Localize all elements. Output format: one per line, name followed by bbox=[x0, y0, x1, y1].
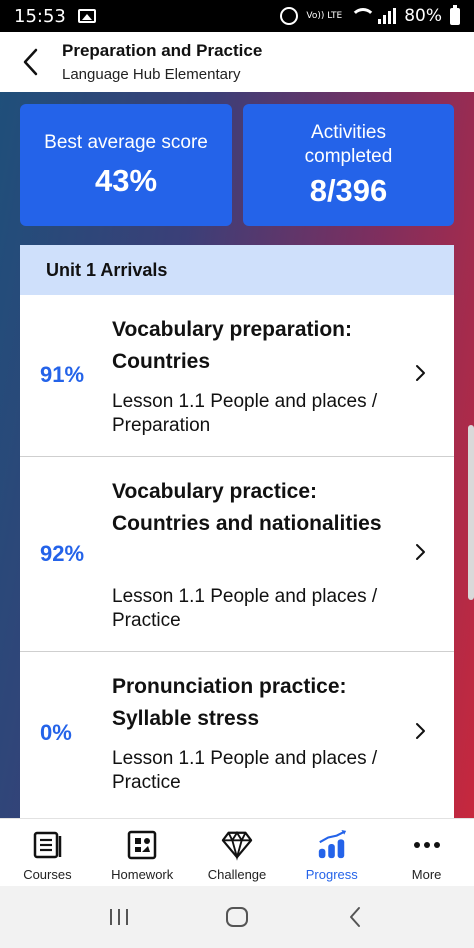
activity-item[interactable]: 92% Vocabulary practice: Countries and n… bbox=[20, 457, 454, 652]
back-button[interactable] bbox=[0, 32, 62, 92]
system-back-button[interactable] bbox=[335, 897, 375, 937]
activity-item[interactable]: 91% Vocabulary preparation: Countries Le… bbox=[20, 295, 454, 457]
battery-percent: 80% bbox=[404, 6, 442, 26]
volte-icon: Vo)) LTE bbox=[306, 10, 343, 21]
nav-more[interactable]: More bbox=[379, 819, 474, 886]
recent-apps-button[interactable] bbox=[99, 897, 139, 937]
activities-completed-card: Activities completed 8/396 bbox=[243, 104, 454, 226]
status-time: 15:53 bbox=[14, 5, 66, 27]
nav-label: Courses bbox=[23, 867, 72, 882]
activity-score: 91% bbox=[40, 362, 85, 387]
app-header: Preparation and Practice Language Hub El… bbox=[0, 32, 474, 92]
unit-header: Unit 1 Arrivals bbox=[20, 245, 454, 295]
activity-title: Pronunciation practice: Syllable stress bbox=[112, 675, 347, 730]
nav-homework[interactable]: Homework bbox=[95, 819, 190, 886]
activity-subtitle: Lesson 1.1 People and places / Practice bbox=[112, 748, 378, 793]
activity-subtitle: Lesson 1.1 People and places / Practice bbox=[112, 586, 378, 631]
chevron-right-icon bbox=[416, 365, 425, 381]
best-average-score-card: Best average score 43% bbox=[20, 104, 232, 226]
stat-label: Best average score bbox=[44, 132, 208, 153]
image-notification-icon bbox=[77, 9, 96, 23]
more-dots-icon bbox=[411, 829, 443, 861]
bottom-navigation: Courses Homework Challenge Progress More bbox=[0, 818, 474, 886]
page-title: Preparation and Practice bbox=[62, 41, 263, 60]
battery-icon bbox=[450, 4, 460, 25]
home-icon bbox=[226, 907, 248, 927]
diamond-icon bbox=[221, 829, 253, 861]
nav-courses[interactable]: Courses bbox=[0, 819, 95, 886]
activity-score: 0% bbox=[40, 720, 72, 745]
stat-label: Activities completed bbox=[304, 122, 393, 167]
stat-value: 8/396 bbox=[309, 173, 388, 208]
chevron-left-icon bbox=[23, 48, 38, 76]
scrollbar-thumb[interactable] bbox=[468, 425, 474, 600]
chevron-right-icon bbox=[416, 723, 425, 739]
nav-label: Homework bbox=[111, 867, 174, 882]
courses-icon bbox=[31, 829, 63, 861]
status-icons: Vo)) LTE 80% bbox=[280, 4, 460, 26]
nav-label: More bbox=[411, 867, 442, 882]
recent-apps-icon bbox=[110, 909, 128, 925]
chevron-right-icon bbox=[416, 544, 425, 560]
home-button[interactable] bbox=[217, 897, 257, 937]
progress-chart-icon bbox=[316, 829, 348, 861]
nav-label: Progress bbox=[305, 867, 358, 882]
activity-score: 92% bbox=[40, 541, 85, 566]
signal-icon bbox=[378, 8, 397, 24]
homework-icon bbox=[126, 829, 158, 861]
nav-progress[interactable]: Progress bbox=[284, 819, 379, 886]
activity-subtitle: Lesson 1.1 People and places / Preparati… bbox=[112, 391, 378, 436]
course-subtitle: Language Hub Elementary bbox=[62, 66, 241, 83]
nav-challenge[interactable]: Challenge bbox=[190, 819, 285, 886]
stat-value: 43% bbox=[94, 163, 158, 198]
nav-label: Challenge bbox=[207, 867, 267, 882]
activity-title: Vocabulary practice: Countries and natio… bbox=[112, 480, 382, 535]
activity-item[interactable]: 0% Pronunciation practice: Syllable stre… bbox=[20, 652, 454, 818]
back-icon bbox=[350, 907, 360, 927]
status-bar: 15:53 Vo)) LTE 80% bbox=[0, 0, 474, 32]
activity-list: Unit 1 Arrivals 91% Vocabulary preparati… bbox=[20, 245, 454, 818]
alarm-icon bbox=[280, 7, 299, 25]
system-navigation bbox=[0, 886, 474, 948]
wifi-icon bbox=[350, 8, 377, 24]
activity-title: Vocabulary preparation: Countries bbox=[112, 318, 353, 373]
